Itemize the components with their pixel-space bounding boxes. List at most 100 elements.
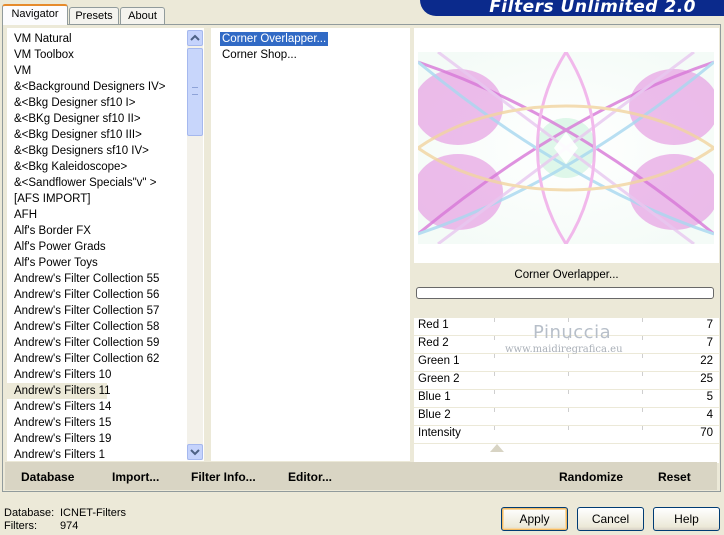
slider-tick: [494, 336, 495, 340]
database-value: ICNET-Filters: [60, 507, 126, 519]
param-label: Blue 1: [418, 391, 451, 403]
list-item[interactable]: Andrew's Filter Collection 59: [7, 335, 187, 351]
scroll-up-button[interactable]: [187, 30, 203, 46]
scroll-thumb[interactable]: [187, 48, 203, 136]
filter-info-button[interactable]: Filter Info...: [191, 470, 256, 484]
list-item[interactable]: Andrew's Filters 10: [7, 367, 187, 383]
slider-tick: [494, 390, 495, 394]
param-value: 70: [700, 427, 713, 439]
chevron-down-icon: [190, 449, 200, 456]
slider-tick: [642, 408, 643, 412]
slider-tick: [494, 354, 495, 358]
param-label: Red 2: [418, 337, 449, 349]
slider-tick: [494, 318, 495, 322]
filters-count-label: Filters:: [4, 520, 37, 532]
list-item[interactable]: VM Natural: [7, 31, 187, 47]
param-value: 7: [706, 319, 713, 331]
param-value: 22: [700, 355, 713, 367]
param-label: Intensity: [418, 427, 461, 439]
param-row[interactable]: Blue 2 4: [414, 408, 719, 426]
filter-item-corner-overlapper[interactable]: Corner Overlapper...: [220, 32, 329, 46]
list-item[interactable]: Andrew's Filter Collection 57: [7, 303, 187, 319]
list-item[interactable]: VM: [7, 63, 187, 79]
tab-about[interactable]: About: [120, 7, 165, 24]
param-value: 5: [706, 391, 713, 403]
current-filter-name: Corner Overlapper...: [514, 269, 619, 281]
list-item[interactable]: Andrew's Filters 15: [7, 415, 187, 431]
list-item[interactable]: AFH: [7, 207, 187, 223]
slider-tick: [642, 390, 643, 394]
list-item[interactable]: Andrew's Filter Collection 55: [7, 271, 187, 287]
slider-tick: [642, 336, 643, 340]
grip-icon: [192, 87, 198, 95]
import-button[interactable]: Import...: [112, 470, 159, 484]
tab-navigator[interactable]: Navigator: [2, 4, 68, 25]
slider-tick: [642, 426, 643, 430]
filter-item-corner-shop[interactable]: Corner Shop...: [220, 48, 299, 62]
list-item[interactable]: Andrew's Filters 11: [7, 383, 111, 399]
list-item[interactable]: &<Background Designers IV>: [7, 79, 187, 95]
param-label: Blue 2: [418, 409, 451, 421]
param-label: Green 2: [418, 373, 460, 385]
param-row[interactable]: Green 1 22: [414, 354, 719, 372]
slider-tick: [494, 426, 495, 430]
param-row[interactable]: Intensity 70: [414, 426, 719, 444]
scroll-down-button[interactable]: [187, 444, 203, 460]
list-item[interactable]: Andrew's Filter Collection 58: [7, 319, 187, 335]
list-item[interactable]: Andrew's Filter Collection 62: [7, 351, 187, 367]
cancel-button[interactable]: Cancel: [577, 507, 644, 531]
param-value: 4: [706, 409, 713, 421]
slider-tick: [642, 372, 643, 376]
param-row[interactable]: Blue 1 5: [414, 390, 719, 408]
list-item[interactable]: &<Bkg Designer sf10 I>: [7, 95, 187, 111]
list-item[interactable]: [AFS IMPORT]: [7, 191, 187, 207]
slider-pointer-icon[interactable]: [490, 444, 504, 452]
list-item[interactable]: Alf's Border FX: [7, 223, 187, 239]
reset-button[interactable]: Reset: [658, 470, 691, 484]
param-value: 25: [700, 373, 713, 385]
param-label: Red 1: [418, 319, 449, 331]
help-button[interactable]: Help: [653, 507, 720, 531]
app-title-banner: Filters Unlimited 2.0: [420, 0, 724, 16]
chevron-up-icon: [190, 34, 200, 41]
list-item[interactable]: Andrew's Filter Collection 56: [7, 287, 187, 303]
list-item[interactable]: &<Sandflower Specials"v" >: [7, 175, 187, 191]
list-item[interactable]: Alf's Power Grads: [7, 239, 187, 255]
preview-pattern: [418, 52, 714, 244]
apply-button[interactable]: Apply: [501, 507, 568, 531]
slider-tick: [568, 390, 569, 394]
filters-count-value: 974: [60, 520, 79, 532]
param-value: 7: [706, 337, 713, 349]
category-scrollbar[interactable]: [187, 30, 203, 460]
param-row[interactable]: Green 2 25: [414, 372, 719, 390]
list-item[interactable]: Alf's Power Toys: [7, 255, 187, 271]
category-list[interactable]: VM Natural VM Toolbox VM &<Background Desig…: [7, 28, 204, 461]
tab-presets[interactable]: Presets: [69, 7, 119, 24]
slider-tick: [494, 408, 495, 412]
param-label: Green 1: [418, 355, 460, 367]
list-item[interactable]: Andrew's Filters 14: [7, 399, 187, 415]
database-label: Database:: [4, 507, 55, 519]
watermark-site: www.maidiregrafica.eu: [505, 344, 623, 355]
slider-tick: [494, 372, 495, 376]
list-item[interactable]: &<Bkg Designer sf10 III>: [7, 127, 187, 143]
slider-tick: [642, 354, 643, 358]
list-item[interactable]: &<BKg Designer sf10 II>: [7, 111, 187, 127]
slider-tick: [568, 372, 569, 376]
slider-tick: [642, 318, 643, 322]
list-item[interactable]: &<Bkg Kaleidoscope>: [7, 159, 187, 175]
list-item[interactable]: VM Toolbox: [7, 47, 187, 63]
slider-tick: [568, 426, 569, 430]
list-item[interactable]: Andrew's Filters 1: [7, 447, 187, 461]
progress-bar: [416, 287, 714, 299]
editor-button[interactable]: Editor...: [288, 470, 332, 484]
preview-image: [418, 52, 714, 244]
list-item[interactable]: Andrew's Filters 19: [7, 431, 187, 447]
watermark-name: Pinuccia: [533, 322, 612, 343]
app-title: Filters Unlimited 2.0: [489, 0, 696, 16]
filter-list[interactable]: Corner Overlapper... Corner Shop...: [211, 28, 410, 461]
list-item[interactable]: &<Bkg Designers sf10 IV>: [7, 143, 187, 159]
database-button[interactable]: Database: [21, 470, 74, 484]
slider-tick: [568, 408, 569, 412]
randomize-button[interactable]: Randomize: [559, 470, 623, 484]
